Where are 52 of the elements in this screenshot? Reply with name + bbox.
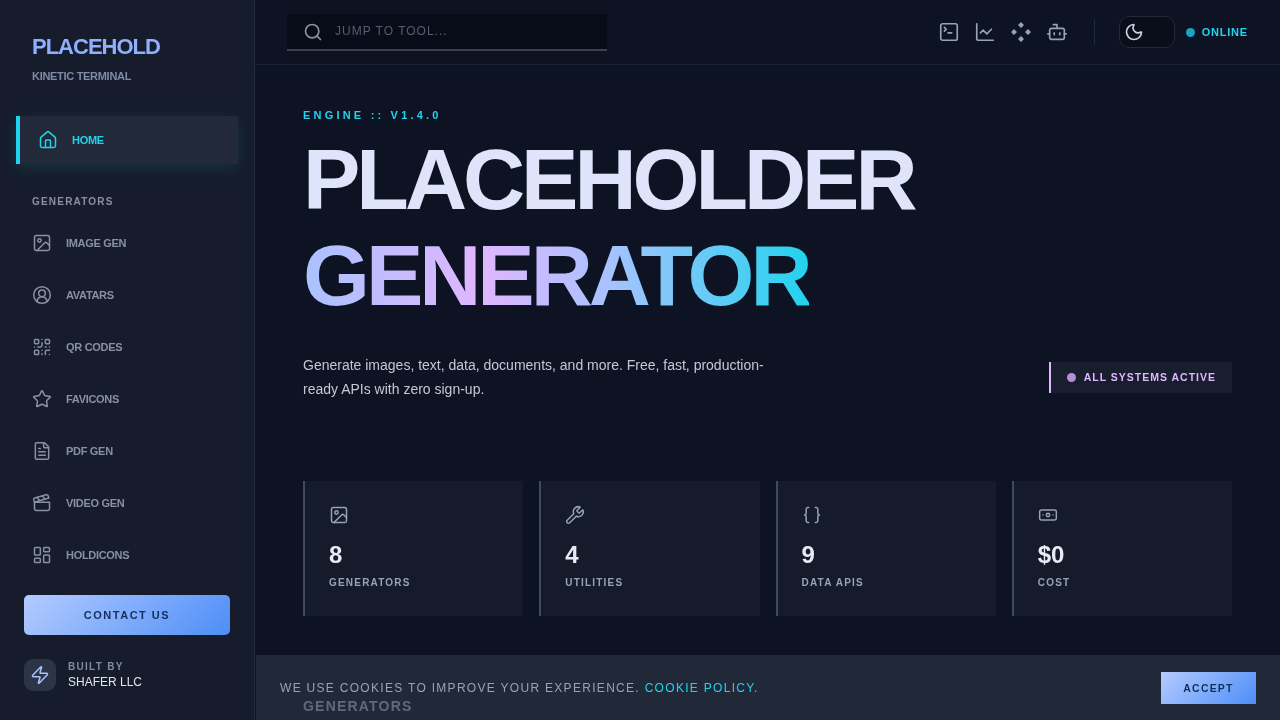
sidebar-item[interactable]: AVATARS [16, 271, 238, 319]
wrench-icon [565, 505, 586, 525]
status-badge: ALL SYSTEMS ACTIVE [1048, 361, 1232, 393]
lightning-icon [24, 659, 56, 691]
section-heading: GENERATORS [303, 698, 413, 714]
section-heading: GENERATORS [31, 196, 115, 207]
clapperboard-icon [32, 493, 52, 513]
stat-label: DATA APIS [801, 577, 865, 588]
stat-value: 8 [329, 541, 344, 569]
stat-label: COST [1037, 577, 1072, 588]
accept-button[interactable]: ACCEPT [1161, 671, 1256, 704]
qr-code-icon [32, 337, 52, 357]
brand-logo[interactable]: PLACEHOLD [0, 34, 254, 60]
sidebar-item[interactable]: FAVICONS [16, 375, 238, 423]
cookie-policy-link[interactable]: COOKIE POLICY [644, 680, 755, 695]
search-icon [303, 21, 323, 42]
hero-description: Generate images, text, data, documents, and more. Free, fast, production-ready APIs with zero sign-up. [303, 356, 765, 399]
grid-layout-icon [32, 545, 52, 565]
sidebar-item[interactable]: VIDEO GEN [16, 479, 238, 527]
company-name: SHAFER LLC [68, 675, 143, 689]
diamond-grid-icon[interactable] [1009, 21, 1032, 43]
version-label: ENGINE :: V1.4.0 [303, 109, 443, 121]
brand-tagline: KINETIC TERMINAL [31, 70, 133, 82]
cookie-text: WE USE COOKIES TO IMPROVE YOUR EXPERIENCE. COOKIE POLICY. [280, 680, 759, 695]
line-chart-icon[interactable] [973, 21, 996, 43]
home-icon [38, 130, 58, 150]
sidebar-item[interactable]: PDF GEN [16, 427, 238, 475]
search-field[interactable]: JUMP TO TOOL... [287, 13, 607, 51]
moon-icon [1123, 22, 1144, 42]
star-icon [32, 389, 52, 409]
sidebar-item[interactable]: HOLDICONS [16, 531, 238, 579]
braces-icon [801, 505, 822, 525]
user-circle-icon [32, 285, 52, 305]
sidebar-item[interactable]: HOME [16, 116, 238, 164]
hero-title: PLACEHOLDER [303, 131, 916, 227]
contact-button[interactable]: CONTACT US [24, 595, 230, 635]
image-icon [32, 233, 52, 253]
robot-icon[interactable] [1045, 21, 1068, 43]
status-label: ONLINE [1201, 26, 1248, 38]
theme-toggle[interactable] [1118, 16, 1175, 48]
document-icon [32, 441, 52, 461]
sidebar-item[interactable]: QR CODES [16, 323, 238, 371]
status-dot [1185, 27, 1195, 37]
terminal-icon[interactable] [937, 21, 960, 43]
stat-value: 4 [565, 541, 580, 569]
stat-label: UTILITIES [565, 577, 625, 588]
sidebar-item[interactable]: IMAGE GEN [16, 219, 238, 267]
image-icon [329, 505, 349, 525]
stat-value: $0 [1037, 541, 1066, 569]
built-by-label: BUILT BY [68, 661, 125, 672]
stat-value: 9 [801, 541, 816, 569]
stat-label: GENERATORS [329, 577, 412, 588]
